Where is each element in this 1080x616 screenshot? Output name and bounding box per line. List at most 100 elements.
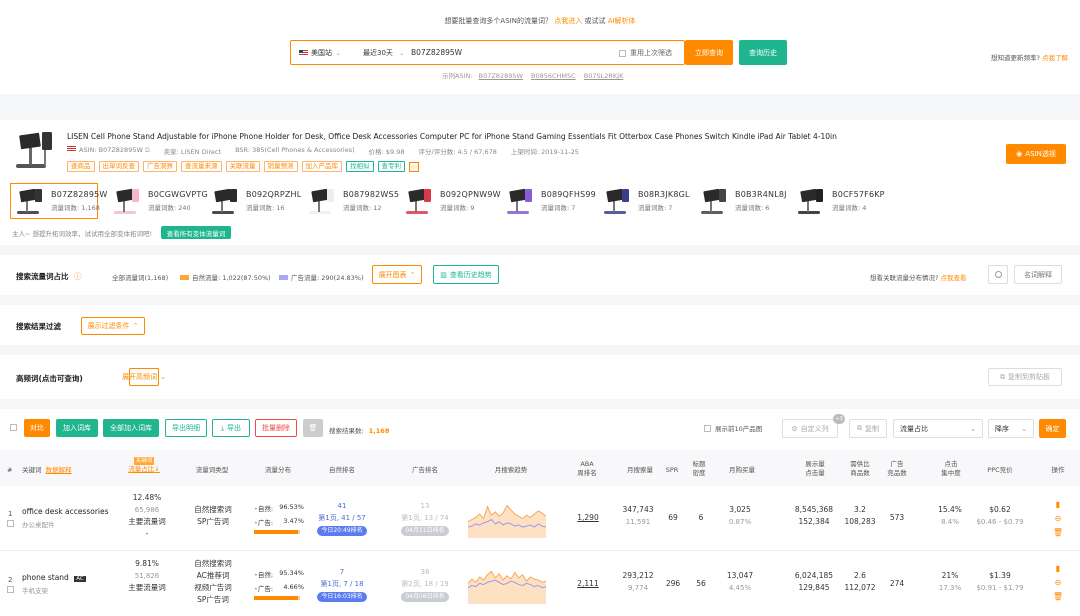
copy-icon[interactable]: ⧉ <box>145 146 150 154</box>
col-monthly: 月搜索量 <box>627 466 653 474</box>
search-button[interactable]: 立即查询 <box>685 40 733 65</box>
select-all-checkbox[interactable] <box>10 424 17 431</box>
asin-insight-button[interactable]: ◉ ASIN透视 <box>1006 144 1066 164</box>
view-all-variants-button[interactable]: 查看所有变体流量词 <box>161 226 231 239</box>
row-index: 1 <box>8 510 13 518</box>
data-explain-link[interactable]: 数据解释 <box>46 466 72 474</box>
tag-item[interactable]: 出单词反查 <box>98 161 139 172</box>
variant-card[interactable]: B07Z82895W 流量词数: 1,168 <box>10 183 107 219</box>
confirm-button[interactable]: 确定 <box>1039 419 1066 438</box>
example-asins: 示例ASIN: B07Z82895W B0856CHMSC B07SL2RKJK <box>442 72 624 80</box>
tag-item[interactable]: 加入产品库 <box>301 161 342 172</box>
tag-find-similar[interactable]: 找相似 <box>346 161 374 172</box>
trash-button[interactable]: 🗑 <box>303 419 323 437</box>
clicks-cell: 8,545,368 152,384 <box>794 505 834 526</box>
marketplace-select[interactable]: 美国站 ⌄ <box>299 48 341 58</box>
copy-button[interactable]: ⧉ 复制 <box>849 419 887 438</box>
aba-cell[interactable]: 1,290 <box>572 512 604 524</box>
example-asin-link[interactable]: B0856CHMSC <box>531 72 576 80</box>
ai-link[interactable]: AI解析体 <box>608 17 636 25</box>
supply-cell: 2.6 112,072 <box>844 571 876 592</box>
ac-badge: AC <box>74 576 86 582</box>
period-select[interactable]: 最近30天 ⌄ <box>363 48 404 58</box>
tag-item[interactable]: 关联流量 <box>225 161 260 172</box>
example-asin-link[interactable]: B07Z82895W <box>479 72 523 80</box>
row-checkbox[interactable] <box>7 520 14 527</box>
variant-card[interactable]: B0CGWGVPTG 流量词数: 240 <box>108 183 208 219</box>
export-detail-button[interactable]: 导出明细 <box>165 419 207 437</box>
export-button[interactable]: ⤓ 导出 <box>212 419 250 437</box>
tag-patent[interactable]: 查专利 <box>377 161 405 172</box>
sort-field-select[interactable]: 流量占比 ⌄ <box>893 419 983 438</box>
more-icon[interactable]: ⊖ <box>1051 512 1065 526</box>
history-button[interactable]: 查询历史 <box>739 40 787 65</box>
ad-rank-cell: 38 第2页, 18 / 19 04月08日排名 <box>401 568 449 602</box>
col-ppc: PPC竞价 <box>987 466 1013 474</box>
bar-chart-icon[interactable]: ▮ <box>1051 562 1065 576</box>
trash-icon[interactable]: 🗑 <box>1051 590 1065 604</box>
variant-card[interactable]: B089QFHS99 流量词数: 7 <box>501 183 596 219</box>
product-meta: ASIN: B07Z82895W ⧉ 卖家: LISEN Direct BSR:… <box>67 146 579 156</box>
col-click-concentration: 点击 集中度 <box>941 460 961 477</box>
row-checkbox[interactable] <box>7 586 14 593</box>
ppc-cell: $1.39 $0.91 - $1.79 <box>976 571 1024 592</box>
batch-delete-button[interactable]: 批量删除 <box>255 419 297 437</box>
variant-count: 流量词数: 16 <box>246 204 285 212</box>
variant-card[interactable]: B0CF57F6KP 流量词数: 4 <box>792 183 885 219</box>
expand-chart-button[interactable]: 展开图表 ⌃ <box>372 265 422 284</box>
copy-icon: ⧉ <box>857 424 862 432</box>
tag-item[interactable]: 查流量来源 <box>181 161 222 172</box>
bar-chart-icon[interactable]: ▮ <box>1051 498 1065 512</box>
ad-products-cell: 573 <box>889 513 905 522</box>
expand-hotwords-label[interactable]: 展开高频词 ⌄ <box>122 368 166 386</box>
help-icon[interactable]: ⓘ <box>74 272 82 281</box>
example-asin-link[interactable]: B07SL2RKJK <box>584 72 624 80</box>
top10-checkbox[interactable]: 展示前10产品图 <box>704 423 762 433</box>
grid-icon[interactable] <box>409 161 419 172</box>
tag-item[interactable]: 查商品 <box>67 161 95 172</box>
batch-link[interactable]: 点我进入 <box>554 17 582 25</box>
variant-card[interactable]: B0B3R4NL8J 流量词数: 6 <box>695 183 787 219</box>
trend-sparkline[interactable] <box>468 566 546 604</box>
legend-swatch <box>180 275 189 280</box>
trend-sparkline[interactable] <box>468 500 546 538</box>
trash-icon[interactable]: 🗑 <box>1051 526 1065 540</box>
trend-area <box>468 505 546 538</box>
supply-cell: 3.2 108,283 <box>844 505 876 526</box>
more-icon[interactable]: ⊖ <box>1051 576 1065 590</box>
gear-icon: ⚙ <box>791 424 798 433</box>
sort-order-select[interactable]: 降序 ⌄ <box>988 419 1034 438</box>
variant-count: 流量词数: 4 <box>832 204 867 212</box>
tag-item[interactable]: 销量预测 <box>263 161 298 172</box>
variant-card[interactable]: B08R3JK8GL 流量词数: 7 <box>598 183 689 219</box>
keyword-link[interactable]: phone stand AC <box>22 573 86 582</box>
col-supply: 需供比 商品数 <box>850 460 870 477</box>
keyword-link[interactable]: office desk accessories <box>22 507 109 516</box>
glossary-button[interactable]: 名词解释 <box>1014 265 1062 284</box>
settings-circle-button[interactable] <box>988 265 1008 284</box>
add-to-library-button[interactable]: 加入词库 <box>56 419 98 437</box>
variant-card[interactable]: B092QPNW9W 流量词数: 9 <box>400 183 501 219</box>
ad-products-cell: 274 <box>889 579 905 588</box>
history-trend-button[interactable]: ▥ 查看历史趋势 <box>433 265 499 284</box>
copy-clipboard-button[interactable]: ⧉ 复制到剪贴板 <box>988 368 1062 386</box>
search-input[interactable]: B07Z82895W <box>411 48 462 57</box>
compare-button[interactable]: 对比 <box>24 419 50 437</box>
update-frequency-link[interactable]: 点我了解 <box>1042 54 1068 62</box>
tag-item[interactable]: 广告洞察 <box>143 161 177 172</box>
reuse-filter-checkbox[interactable]: 重用上次筛选 <box>619 48 672 58</box>
type-cell: 自然搜索词 SP广告词 <box>194 505 232 526</box>
custom-columns-button[interactable]: ⚙ 自定义列 <box>782 419 838 438</box>
show-filter-button[interactable]: 展示过滤条件 ⌃ <box>81 317 145 335</box>
result-count: 搜索结果数: 1,168 <box>329 427 390 435</box>
related-traffic-link[interactable]: 点我查看 <box>941 274 967 282</box>
product-title[interactable]: LISEN Cell Phone Stand Adjustable for iP… <box>67 132 837 141</box>
add-all-to-library-button[interactable]: 全部加入词库 <box>103 419 159 437</box>
variant-card[interactable]: B087982WS5 流量词数: 12 <box>303 183 399 219</box>
col-share[interactable]: 关键词 流量占比↓ <box>124 456 164 474</box>
natural-rank-cell: 7 第1页, 7 / 18 今日16:03排名 <box>310 566 374 602</box>
col-ops: 操作 <box>1051 466 1065 474</box>
aba-cell[interactable]: 2,111 <box>572 578 604 590</box>
variant-card[interactable]: B092QRPZHL 流量词数: 16 <box>206 183 301 219</box>
keyword-translation: 办公桌配件 <box>22 521 55 529</box>
